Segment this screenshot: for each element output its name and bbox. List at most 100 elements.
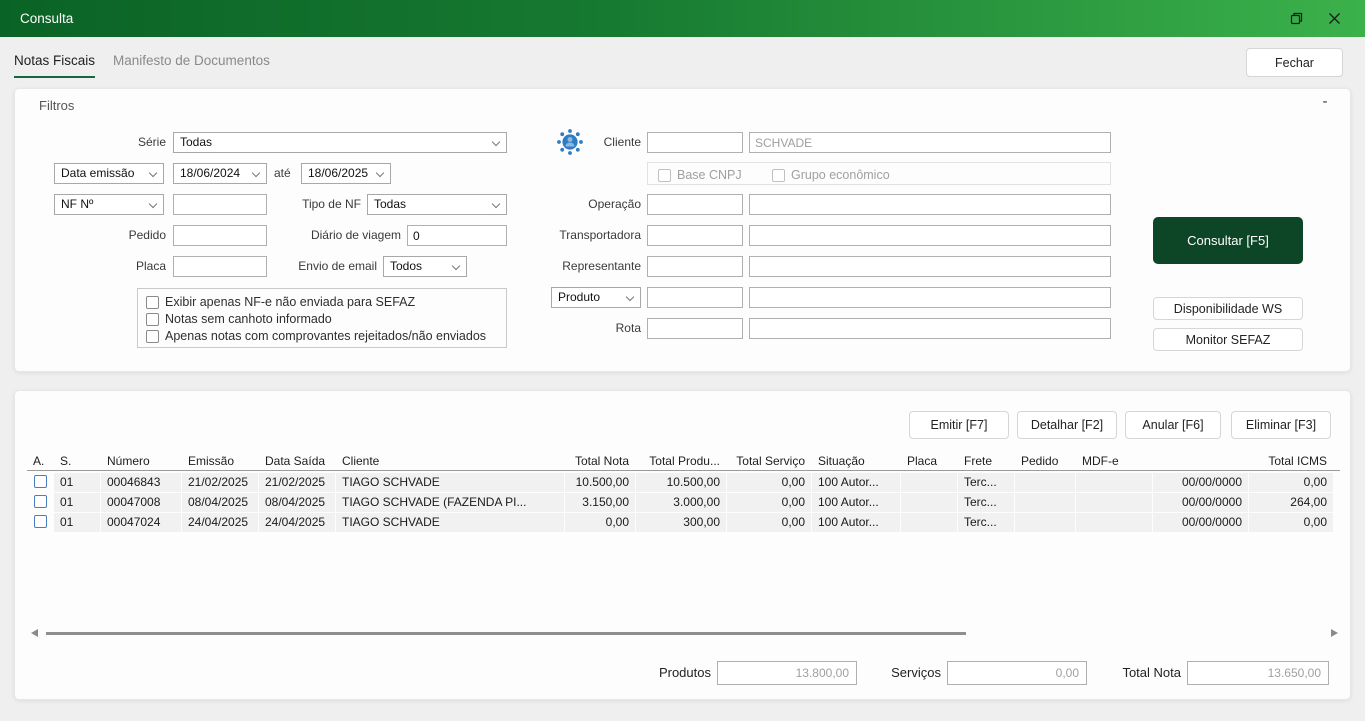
- row-checkbox-cell: [27, 493, 53, 512]
- row-checkbox-cell: [27, 513, 53, 532]
- date-from-select[interactable]: 18/06/2024: [173, 163, 267, 184]
- grid-body: 010004684321/02/202521/02/2025TIAGO SCHV…: [27, 473, 1340, 532]
- emitir-button[interactable]: Emitir [F7]: [909, 411, 1009, 439]
- operacao-name-input[interactable]: [749, 194, 1111, 215]
- table-cell: 00046843: [101, 473, 181, 492]
- produtos-total-field: [717, 661, 857, 685]
- column-header[interactable]: Situação: [812, 453, 900, 470]
- table-cell: Terc...: [958, 473, 1014, 492]
- table-cell: 00/00/0000: [1153, 513, 1248, 532]
- operacao-code-input[interactable]: [647, 194, 743, 215]
- nfe-nao-enviada-checkbox[interactable]: [146, 296, 159, 309]
- serie-label: Série: [15, 132, 166, 153]
- horizontal-scrollbar[interactable]: [27, 627, 1340, 639]
- comprovantes-rejeitados-checkbox[interactable]: [146, 330, 159, 343]
- table-cell: [901, 513, 957, 532]
- cliente-label: Cliente: [491, 132, 641, 153]
- table-cell: [901, 473, 957, 492]
- table-row[interactable]: 010004684321/02/202521/02/2025TIAGO SCHV…: [27, 473, 1340, 492]
- tab-notas-fiscais[interactable]: Notas Fiscais: [14, 48, 95, 78]
- page: { "titlebar": { "title": "Consulta" }, "…: [0, 0, 1365, 721]
- table-cell: 300,00: [636, 513, 726, 532]
- cliente-name-input[interactable]: [749, 132, 1111, 153]
- representante-name-input[interactable]: [749, 256, 1111, 277]
- placa-label: Placa: [15, 256, 166, 277]
- table-cell: 0,00: [1249, 513, 1333, 532]
- table-cell: [1076, 493, 1152, 512]
- column-header[interactable]: Data Saída: [259, 453, 335, 470]
- produtos-total-label: Produtos: [611, 661, 711, 685]
- transportadora-code-input[interactable]: [647, 225, 743, 246]
- pedido-label: Pedido: [15, 225, 166, 246]
- row-checkbox[interactable]: [34, 495, 47, 508]
- row-checkbox[interactable]: [34, 475, 47, 488]
- column-header[interactable]: MDF-e: [1076, 453, 1152, 470]
- table-cell: 264,00: [1249, 493, 1333, 512]
- row-checkbox[interactable]: [34, 515, 47, 528]
- scroll-right-icon[interactable]: [1331, 629, 1338, 637]
- chevron-down-icon: [252, 169, 260, 177]
- column-header[interactable]: Emissão: [182, 453, 258, 470]
- nf-field-select[interactable]: NF Nº: [54, 194, 164, 215]
- chevron-down-icon: [452, 262, 460, 270]
- tipo-nf-label: Tipo de NF: [211, 194, 361, 215]
- table-cell: 24/04/2025: [259, 513, 335, 532]
- window-title: Consulta: [20, 11, 73, 26]
- sem-canhoto-checkbox[interactable]: [146, 313, 159, 326]
- table-row[interactable]: 010004702424/04/202524/04/2025TIAGO SCHV…: [27, 513, 1340, 532]
- monitor-sefaz-button[interactable]: Monitor SEFAZ: [1153, 328, 1303, 351]
- serie-select[interactable]: Todas: [173, 132, 507, 153]
- close-icon[interactable]: [1311, 0, 1357, 37]
- scroll-left-icon[interactable]: [31, 629, 38, 637]
- column-header[interactable]: Total ICMS: [1249, 453, 1333, 470]
- representante-code-input[interactable]: [647, 256, 743, 277]
- anular-button[interactable]: Anular [F6]: [1125, 411, 1221, 439]
- cliente-code-input[interactable]: [647, 132, 743, 153]
- tipo-nf-select[interactable]: Todas: [367, 194, 507, 215]
- results-table: A.S.NúmeroEmissãoData SaídaClienteTotal …: [27, 453, 1340, 533]
- consultar-button[interactable]: Consultar [F5]: [1153, 217, 1303, 264]
- column-header[interactable]: Total Serviço: [727, 453, 811, 470]
- column-header[interactable]: Número: [101, 453, 181, 470]
- collapse-filters-button[interactable]: -: [1313, 93, 1337, 113]
- table-row[interactable]: 010004700808/04/202508/04/2025TIAGO SCHV…: [27, 493, 1340, 512]
- table-cell: 21/02/2025: [182, 473, 258, 492]
- column-header[interactable]: Placa: [901, 453, 957, 470]
- table-cell: 01: [54, 493, 100, 512]
- column-header[interactable]: Total Produ...: [636, 453, 726, 470]
- titlebar: Consulta: [0, 0, 1365, 37]
- rota-name-input[interactable]: [749, 318, 1111, 339]
- column-header[interactable]: S.: [54, 453, 100, 470]
- table-cell: 0,00: [727, 473, 811, 492]
- produto-field-select[interactable]: Produto: [551, 287, 641, 308]
- chevron-down-icon: [149, 200, 157, 208]
- table-cell: 00/00/0000: [1153, 473, 1248, 492]
- chevron-down-icon: [376, 169, 384, 177]
- fechar-button[interactable]: Fechar: [1246, 48, 1343, 77]
- envio-email-select[interactable]: Todos: [383, 256, 467, 277]
- tab-manifesto-documentos[interactable]: Manifesto de Documentos: [113, 48, 270, 78]
- column-header[interactable]: Cliente: [336, 453, 564, 470]
- date-field-select[interactable]: Data emissão: [54, 163, 164, 184]
- column-header[interactable]: [1153, 453, 1248, 470]
- servicos-total-field: [947, 661, 1087, 685]
- date-to-select[interactable]: 18/06/2025: [301, 163, 391, 184]
- table-cell: [1015, 513, 1075, 532]
- produto-name-input[interactable]: [749, 287, 1111, 308]
- disponibilidade-ws-button[interactable]: Disponibilidade WS: [1153, 297, 1303, 320]
- chevron-down-icon: [149, 169, 157, 177]
- table-cell: 0,00: [727, 493, 811, 512]
- row-checkbox-cell: [27, 473, 53, 492]
- column-header[interactable]: Total Nota: [565, 453, 635, 470]
- column-header[interactable]: Frete: [958, 453, 1014, 470]
- table-cell: [901, 493, 957, 512]
- table-cell: Terc...: [958, 513, 1014, 532]
- eliminar-button[interactable]: Eliminar [F3]: [1231, 411, 1331, 439]
- scrollbar-thumb[interactable]: [46, 632, 966, 635]
- detalhar-button[interactable]: Detalhar [F2]: [1017, 411, 1117, 439]
- column-header[interactable]: A.: [27, 453, 53, 470]
- column-header[interactable]: Pedido: [1015, 453, 1075, 470]
- rota-code-input[interactable]: [647, 318, 743, 339]
- produto-code-input[interactable]: [647, 287, 743, 308]
- transportadora-name-input[interactable]: [749, 225, 1111, 246]
